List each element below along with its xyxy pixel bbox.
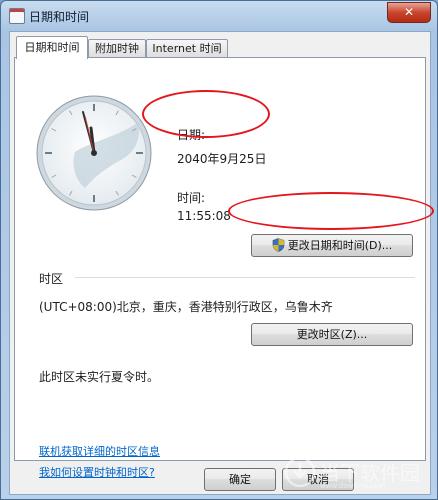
time-label: 时间: <box>177 191 206 205</box>
tab-additional-clocks[interactable]: 附加时钟 <box>88 39 146 58</box>
tab-date-time[interactable]: 日期和时间 <box>16 36 88 59</box>
how-to-set-clock-link[interactable]: 我如何设置时钟和时区? <box>39 464 155 480</box>
dst-note: 此时区未实行夏令时。 <box>39 370 160 384</box>
date-annotation-ellipse <box>142 90 270 138</box>
button-annotation-ellipse <box>228 192 434 230</box>
ok-button[interactable]: 确定 <box>204 468 276 491</box>
date-value: 2040年9月25日 <box>177 152 267 166</box>
change-datetime-label: 更改日期和时间(D)... <box>287 239 393 252</box>
timezone-value: (UTC+08:00)北京，重庆，香港特别行政区，乌鲁木齐 <box>39 300 333 314</box>
change-timezone-button[interactable]: 更改时区(Z)... <box>251 323 413 346</box>
watermark-url: www.downxia.com <box>320 482 386 490</box>
timezone-divider <box>75 277 415 278</box>
site-watermark: 当下软件园 www.downxia.com <box>282 454 430 490</box>
download-logo-icon <box>284 456 316 488</box>
analog-clock <box>36 95 152 211</box>
online-timezone-info-link[interactable]: 联机获取详细的时区信息 <box>39 443 160 459</box>
uac-shield-icon <box>272 238 285 252</box>
datetime-dialog: 日期和时间 ✕ 日期和时间 附加时钟 Internet 时间 日期: 2040年… <box>0 0 438 500</box>
close-button[interactable]: ✕ <box>387 2 431 23</box>
time-value: 11:55:08 <box>177 209 231 223</box>
window-title: 日期和时间 <box>29 10 90 24</box>
calendar-icon <box>9 8 25 24</box>
change-datetime-button[interactable]: 更改日期和时间(D)... <box>251 234 413 257</box>
title-bar[interactable]: 日期和时间 ✕ <box>1 1 437 31</box>
timezone-section-label: 时区 <box>39 272 64 286</box>
tab-internet-time[interactable]: Internet 时间 <box>146 39 228 58</box>
